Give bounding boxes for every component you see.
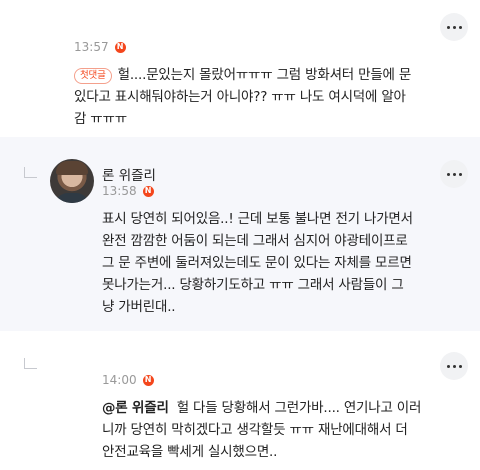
- mention-link[interactable]: @론 위즐리: [102, 400, 169, 416]
- comment-line: 표시 당연히 되어있음..! 근데 보통 불나면 전기 나가면서: [102, 211, 413, 227]
- dot-icon: [458, 25, 462, 29]
- dot-icon: [458, 172, 462, 176]
- timestamp-text: 13:58: [102, 184, 137, 198]
- dot-icon: [446, 25, 450, 29]
- comment-body: 표시 당연히 되어있음..! 근데 보통 불나면 전기 나가면서 완전 깜깜한 …: [102, 208, 474, 318]
- timestamp-text: 13:57: [74, 40, 109, 54]
- comment-timestamp: 13:57 N: [74, 40, 126, 54]
- comment-line: 못나가는거... 당황하기도하고 ㅠㅠ 그래서 사람들이 그: [102, 277, 404, 293]
- comment-line: 첫댓글 헐....문있는지 몰랐어ㅠㅠㅠ 그럼 방화셔터 만들에 문: [74, 64, 474, 86]
- dot-icon: [452, 364, 456, 368]
- new-badge: N: [142, 185, 154, 197]
- new-badge: N: [114, 41, 126, 53]
- dot-icon: [458, 364, 462, 368]
- dot-icon: [446, 172, 450, 176]
- comment-line: @론 위즐리 헐 다들 당황해서 그런가바.... 연기나고 이러: [102, 400, 422, 416]
- comment-line: 완전 깜깜한 어둠이 되는데 그래서 심지어 야광테이프로: [102, 233, 408, 249]
- dot-icon: [452, 172, 456, 176]
- comment-line: 있다고 표시해둬야하는거 아니야?? ㅠㅠ 나도 여시덕에 알아: [74, 89, 406, 105]
- comment-line: 니까 당연히 막히겠다고 생각할듯 ㅠㅠ 재난에대해서 더: [102, 422, 408, 438]
- timestamp-text: 14:00: [102, 373, 137, 387]
- comment-timestamp: 14:00 N: [102, 373, 154, 387]
- comment-line: 그 문 주변에 둘러져있는데도 문이 있다는 자체를 모르면: [102, 255, 412, 271]
- dot-icon: [446, 364, 450, 368]
- comment-line: 감 ㅠㅠㅠ: [74, 111, 127, 127]
- more-options-button[interactable]: [440, 352, 468, 380]
- dot-icon: [452, 25, 456, 29]
- comment-body: 첫댓글 헐....문있는지 몰랐어ㅠㅠㅠ 그럼 방화셔터 만들에 문 있다고 표시…: [74, 64, 474, 130]
- comment-3-reply: 14:00 N @론 위즐리 헐 다들 당황해서 그런가바.... 연기나고 이러…: [0, 331, 480, 470]
- comment-body: @론 위즐리 헐 다들 당황해서 그런가바.... 연기나고 이러 니까 당연히 …: [102, 397, 474, 463]
- first-comment-badge: 첫댓글: [74, 68, 112, 84]
- comment-line: 냥 가버린대..: [102, 299, 176, 315]
- comment-1: 13:57 N 첫댓글 헐....문있는지 몰랐어ㅠㅠㅠ 그럼 방화셔터 만들에 …: [0, 0, 480, 137]
- reply-indicator-icon: [24, 358, 37, 369]
- comment-line: 안전교육을 빡세게 실시했으면..: [102, 444, 278, 460]
- author-name[interactable]: 론 위즐리: [102, 164, 156, 184]
- reply-indicator-icon: [24, 167, 37, 178]
- more-options-button[interactable]: [440, 160, 468, 188]
- avatar[interactable]: [50, 159, 94, 203]
- comment-timestamp: 13:58 N: [102, 184, 154, 198]
- more-options-button[interactable]: [440, 13, 468, 41]
- comment-2-reply: 론 위즐리 13:58 N 표시 당연히 되어있음..! 근데 보통 불나면 전…: [0, 137, 480, 331]
- new-badge: N: [142, 374, 154, 386]
